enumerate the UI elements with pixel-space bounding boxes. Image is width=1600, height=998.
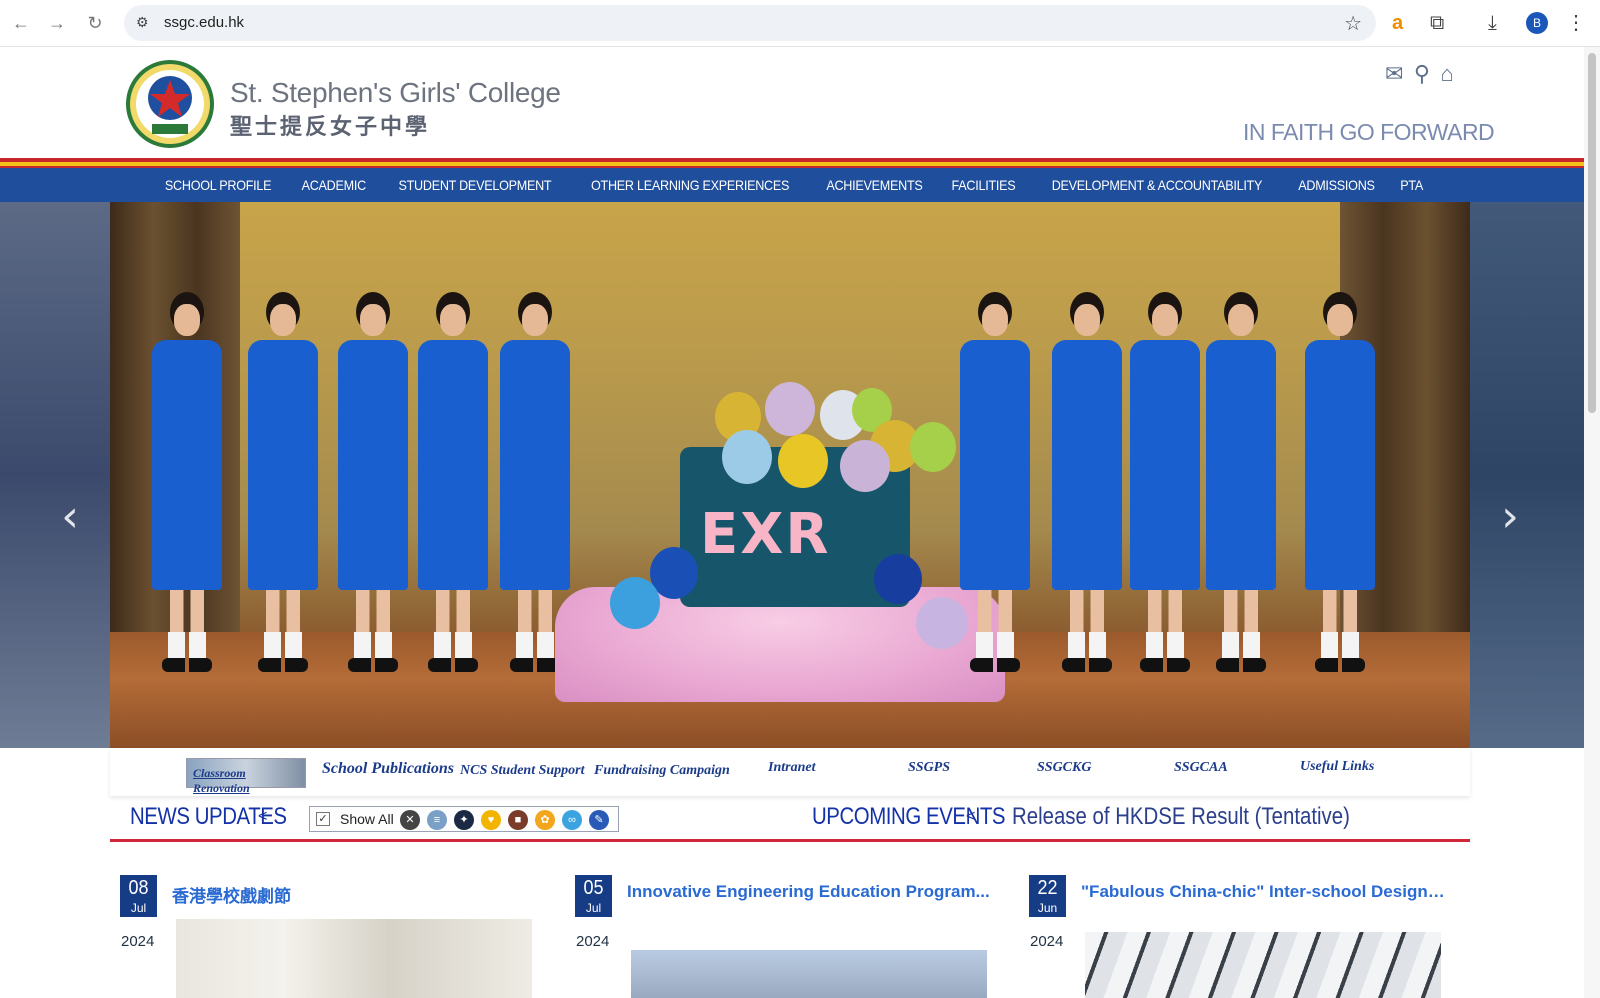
news-card-year: 2024 — [121, 933, 155, 950]
news-card-title[interactable]: "Fabulous China-chic" Inter-school Desig… — [1081, 882, 1446, 902]
student-figure — [950, 292, 1038, 692]
balloon — [765, 382, 815, 436]
filter-category-icon[interactable]: ≡ — [427, 810, 447, 830]
nav-item-development-accountability[interactable]: DEVELOPMENT & ACCOUNTABILITY — [1051, 168, 1262, 202]
main-navigation: SCHOOL PROFILE ACADEMIC STUDENT DEVELOPM… — [0, 168, 1584, 202]
news-divider-line — [110, 839, 1470, 842]
quick-link-classroom-renovation[interactable]: Classroom Renovation — [186, 758, 306, 795]
page-scrollbar[interactable] — [1584, 47, 1600, 998]
nav-item-achievements[interactable]: ACHIEVEMENTS — [826, 168, 922, 202]
balloon — [840, 440, 890, 492]
school-name-chinese[interactable]: 聖士提反女子中學 — [230, 109, 430, 141]
quick-links-bar: Classroom Renovation School Publications… — [110, 748, 1470, 796]
nav-item-student-development[interactable]: STUDENT DEVELOPMENT — [399, 168, 552, 202]
nav-item-facilities[interactable]: FACILITIES — [952, 168, 1016, 202]
news-updates-marker: < — [258, 808, 268, 825]
nav-item-other-learning-experiences[interactable]: OTHER LEARNING EXPERIENCES — [591, 168, 789, 202]
upcoming-events-heading[interactable]: UPCOMING EVENTS — [812, 803, 1006, 831]
header-icons: ✉ ⚲ ⌂ — [1385, 61, 1460, 87]
filter-category-icon[interactable]: ■ — [508, 810, 528, 830]
events-ticker-text[interactable]: Release of HKDSE Result (Tentative) — [1012, 803, 1350, 831]
news-card-title[interactable]: 香港學校戲劇節 — [172, 882, 537, 907]
address-bar[interactable]: ⚙ ssgc.edu.hk ☆ — [124, 5, 1376, 41]
reload-icon[interactable]: ↻ — [82, 10, 108, 36]
quick-link-fundraising-campaign[interactable]: Fundraising Campaign — [594, 763, 730, 779]
url-text[interactable]: ssgc.edu.hk — [164, 14, 244, 31]
balloon — [778, 434, 828, 488]
date-badge: 08 Jul — [120, 875, 157, 917]
extensions-puzzle-icon[interactable]: ⧉ — [1430, 10, 1444, 36]
student-figure — [1042, 292, 1130, 692]
balloon — [874, 554, 922, 604]
web-page: St. Stephen's Girls' College 聖士提反女子中學 ✉ … — [0, 47, 1584, 998]
hero-slide-image: EXR — [110, 202, 1470, 748]
news-card-year: 2024 — [1030, 933, 1064, 950]
news-category-filter: ✓ Show All ✕ ≡ ✦ ♥ ■ ✿ ∞ ✎ — [309, 806, 619, 832]
menu-kebab-icon[interactable]: ⋮ — [1566, 10, 1586, 36]
site-settings-icon[interactable]: ⚙ — [136, 14, 149, 31]
browser-toolbar: ← → ↻ ⚙ ssgc.edu.hk ☆ a ⧉ ⤓ B ⋮ — [0, 0, 1600, 47]
filter-category-icon[interactable]: ✕ — [400, 810, 420, 830]
filter-category-icon[interactable]: ✎ — [589, 810, 609, 830]
balloon — [610, 577, 660, 629]
scrollbar-thumb[interactable] — [1588, 53, 1596, 413]
school-motto: IN FAITH GO FORWARD — [1243, 119, 1495, 145]
news-card-thumbnail[interactable] — [631, 950, 987, 998]
hero-next-arrow[interactable]: › — [1495, 492, 1525, 542]
location-pin-icon[interactable]: ⚲ — [1414, 61, 1430, 87]
quick-link-ssgps[interactable]: SSGPS — [908, 760, 950, 776]
school-crest-logo[interactable] — [124, 58, 216, 150]
quick-link-school-publications[interactable]: School Publications — [322, 760, 454, 778]
school-name-english[interactable]: St. Stephen's Girls' College — [230, 77, 561, 109]
back-icon[interactable]: ← — [8, 10, 34, 36]
show-all-label[interactable]: Show All — [340, 811, 394, 827]
quick-link-useful-links[interactable]: Useful Links — [1300, 759, 1374, 775]
student-figure — [1196, 292, 1284, 692]
balloon — [722, 430, 772, 484]
upcoming-events-marker: < — [966, 808, 976, 825]
home-icon[interactable]: ⌂ — [1440, 61, 1453, 87]
nav-item-academic[interactable]: ACADEMIC — [302, 168, 367, 202]
quick-link-intranet[interactable]: Intranet — [768, 760, 815, 776]
mail-icon[interactable]: ✉ — [1385, 61, 1403, 87]
date-badge: 22 Jun — [1029, 875, 1066, 917]
news-card[interactable]: 22 Jun "Fabulous China-chic" Inter-schoo… — [1029, 875, 1449, 998]
nav-item-pta[interactable]: PTA — [1401, 168, 1424, 202]
student-figure — [408, 292, 496, 692]
profile-avatar[interactable]: B — [1526, 12, 1548, 34]
nav-item-admissions[interactable]: ADMISSIONS — [1298, 168, 1375, 202]
show-all-checkbox[interactable]: ✓ — [316, 812, 330, 826]
student-figure — [328, 292, 416, 692]
filter-category-icon[interactable]: ∞ — [562, 810, 582, 830]
news-card[interactable]: 08 Jul 香港學校戲劇節 2024 — [120, 875, 540, 998]
student-figure — [1120, 292, 1208, 692]
filter-category-icon[interactable]: ✦ — [454, 810, 474, 830]
news-card-thumbnail[interactable] — [176, 919, 532, 998]
filter-category-icon[interactable]: ♥ — [481, 810, 501, 830]
news-card-year: 2024 — [576, 933, 610, 950]
forward-icon[interactable]: → — [44, 10, 70, 36]
nav-item-school-profile[interactable]: SCHOOL PROFILE — [165, 168, 272, 202]
quick-link-ssgckg[interactable]: SSGCKG — [1037, 760, 1091, 776]
hero-prev-arrow[interactable]: ‹ — [55, 492, 85, 542]
student-figure — [1295, 292, 1383, 692]
downloads-icon[interactable]: ⤓ — [1488, 10, 1497, 36]
student-figure — [142, 292, 230, 692]
hero-prev-slide-preview — [0, 202, 110, 748]
news-card-title[interactable]: Innovative Engineering Education Program… — [627, 882, 992, 902]
date-badge: 05 Jul — [575, 875, 612, 917]
quick-link-ncs-student-support[interactable]: NCS Student Support — [460, 763, 585, 779]
news-card-thumbnail[interactable] — [1085, 932, 1441, 998]
cake-banner-text: EXR — [700, 502, 831, 567]
hero-next-slide-preview — [1470, 202, 1584, 748]
student-figure — [238, 292, 326, 692]
filter-category-icon[interactable]: ✿ — [535, 810, 555, 830]
amazon-extension-icon[interactable]: a — [1392, 10, 1403, 36]
quick-link-ssgcaa[interactable]: SSGCAA — [1174, 760, 1228, 776]
news-card[interactable]: 05 Jul Innovative Engineering Education … — [575, 875, 995, 998]
bookmark-star-icon[interactable]: ☆ — [1344, 11, 1362, 36]
news-events-header: NEWS UPDATES < ✓ Show All ✕ ≡ ✦ ♥ ■ ✿ ∞ … — [110, 800, 1470, 840]
